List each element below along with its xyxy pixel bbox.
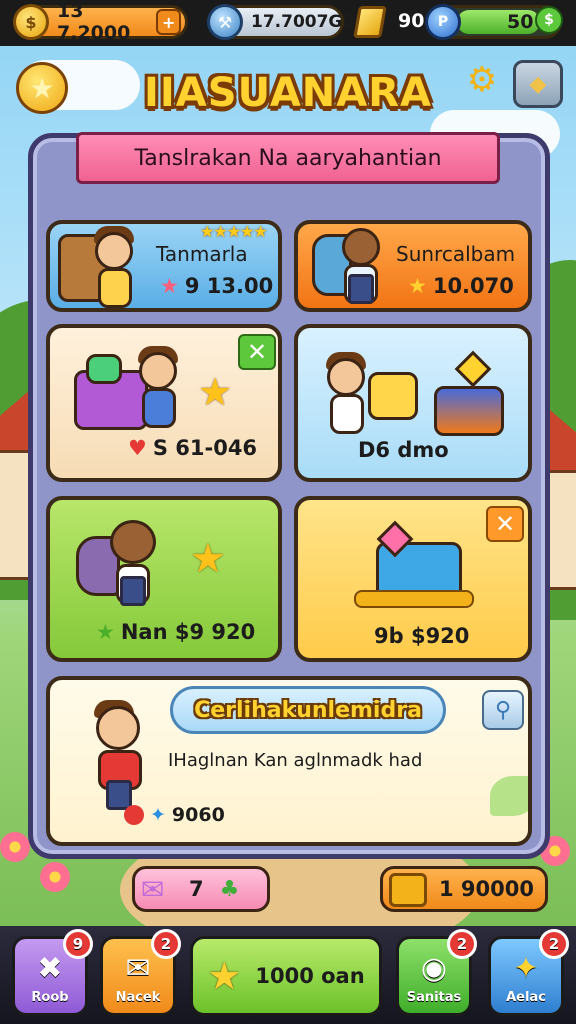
gift-counter[interactable]: ✉ 7 ♣ — [132, 866, 270, 912]
gem-icon[interactable] — [353, 6, 387, 38]
star-price-icon: ★ — [96, 620, 115, 644]
scissors-icon: ✖ — [37, 951, 63, 986]
card-1-price: ★ 9 13.00 — [160, 274, 274, 298]
nav-label: Sanitas — [406, 990, 462, 1005]
shop-card-3[interactable]: ✕ ★ ♥ S 61-046 — [46, 324, 282, 482]
close-card-button[interactable]: ✕ — [238, 334, 276, 370]
nav-nacek[interactable]: 2 ✉ Nacek — [100, 929, 181, 1016]
feature-title: Cerlihakunlemidra — [194, 697, 422, 723]
coin-icon: $ — [13, 4, 49, 40]
star-sticker-icon: ★ — [198, 370, 233, 414]
panel-banner: Tanslrakan Na aaryahantian — [63, 132, 513, 187]
heart-icon — [124, 805, 144, 825]
feature-value: 9060 — [171, 804, 225, 826]
gift-value: 7 — [189, 877, 204, 901]
shop-card-4[interactable]: D6 dmo — [294, 324, 532, 482]
coins-value: 13 7.2000 — [57, 0, 131, 44]
clover-icon: ♣ — [219, 876, 240, 902]
feature-title-pill: Cerlihakunlemidra — [170, 686, 446, 734]
treasure-chest-icon — [389, 873, 427, 907]
level-value: 90 — [398, 10, 425, 32]
pet-icon: ◉ — [420, 951, 448, 986]
nav-label: Nacek — [115, 990, 161, 1005]
search-button[interactable]: ⚲ — [482, 690, 524, 730]
treasure-counter[interactable]: 1 90000 — [380, 866, 548, 912]
diamond-icon: ✦ — [150, 804, 166, 826]
green-box-prop — [86, 354, 122, 384]
notification-badge: 2 — [447, 929, 477, 959]
nav-roob[interactable]: 9 ✖ Roob — [12, 929, 93, 1016]
card-2-name: Sunrcalbam — [396, 242, 516, 266]
nav-label: 1000 oan — [255, 964, 365, 988]
shop-card-6[interactable]: ✕ 9b $920 — [294, 496, 532, 662]
card-2-price: ★ 10.070 — [408, 274, 514, 298]
star-price-icon: ★ — [160, 274, 179, 298]
nav-main-action[interactable]: ★ 1000 oan — [190, 936, 382, 1016]
notification-badge: 2 — [151, 929, 181, 959]
inventory-menu-button[interactable]: ◆ — [513, 60, 563, 108]
card-6-price: 9b $920 — [374, 624, 470, 648]
card-1-name: Tanmarla — [156, 242, 248, 266]
shield-icon: P — [425, 4, 461, 40]
nav-aelac[interactable]: 2 ✦ Aelac — [488, 929, 569, 1016]
coins-counter[interactable]: $ 13 7.2000 + — [13, 0, 188, 44]
favorites-star-button[interactable]: ★ — [16, 62, 68, 114]
nav-sanitas[interactable]: 2 ◉ Sanitas — [396, 929, 477, 1016]
storage-counter: ⚒ 17.7007GB — [207, 4, 355, 40]
feature-card[interactable]: Cerlihakunlemidra ⚲ IHaglnan Kan aglnmad… — [46, 676, 532, 846]
shop-card-2[interactable]: Sunrcalbam ★ 10.070 — [294, 220, 532, 312]
energy-bar: P 50 $ — [425, 4, 563, 40]
card-4-price: D6 dmo — [358, 438, 449, 462]
feature-value-row: ✦ 9060 — [124, 804, 225, 826]
add-coins-button[interactable]: + — [156, 9, 181, 35]
shop-card-1[interactable]: ★★★★★ Tanmarla ★ 9 13.00 — [46, 220, 282, 312]
star-sticker-icon: ★ — [190, 536, 226, 582]
energy-value: 50 — [507, 11, 534, 33]
close-card-button[interactable]: ✕ — [486, 506, 524, 542]
treasure-chest-prop — [434, 386, 504, 436]
gold-frame-prop — [368, 372, 418, 420]
nav-label: Aelac — [506, 990, 546, 1005]
nav-label: Roob — [31, 990, 69, 1005]
wrench-icon: ⚒ — [207, 4, 243, 40]
gold-coins-prop — [354, 590, 474, 608]
feature-subtitle: IHaglnan Kan aglnmadk had — [168, 750, 423, 771]
star-price-icon: ★ — [408, 274, 427, 298]
energy-add-icon[interactable]: $ — [535, 6, 563, 34]
card-3-price: ♥ S 61-046 — [128, 436, 258, 460]
star-icon: ★ — [207, 954, 242, 998]
search-icon: ⚲ — [494, 697, 512, 723]
panel-banner-text: Tanslrakan Na aaryahantian — [134, 145, 442, 171]
treasure-value: 1 90000 — [439, 877, 534, 901]
storage-value: 17.7007GB — [251, 12, 356, 32]
settings-gear-icon[interactable]: ⚙ — [464, 62, 500, 98]
sparkle-icon: ✦ — [513, 951, 539, 986]
heart-price-icon: ♥ — [128, 436, 147, 460]
notification-badge: 2 — [539, 929, 569, 959]
gem-icon — [454, 350, 492, 388]
mail-icon: ✉ — [125, 951, 151, 986]
rating-stars: ★★★★★ — [200, 222, 268, 241]
card-5-price: ★ Nan $9 920 — [96, 620, 256, 644]
game-title: IIASUANARA — [144, 70, 432, 116]
notification-badge: 9 — [63, 929, 93, 959]
shop-card-5[interactable]: ★ ★ Nan $9 920 — [46, 496, 282, 662]
leaf-decoration — [490, 776, 528, 816]
gift-icon: ✉ — [141, 873, 165, 906]
